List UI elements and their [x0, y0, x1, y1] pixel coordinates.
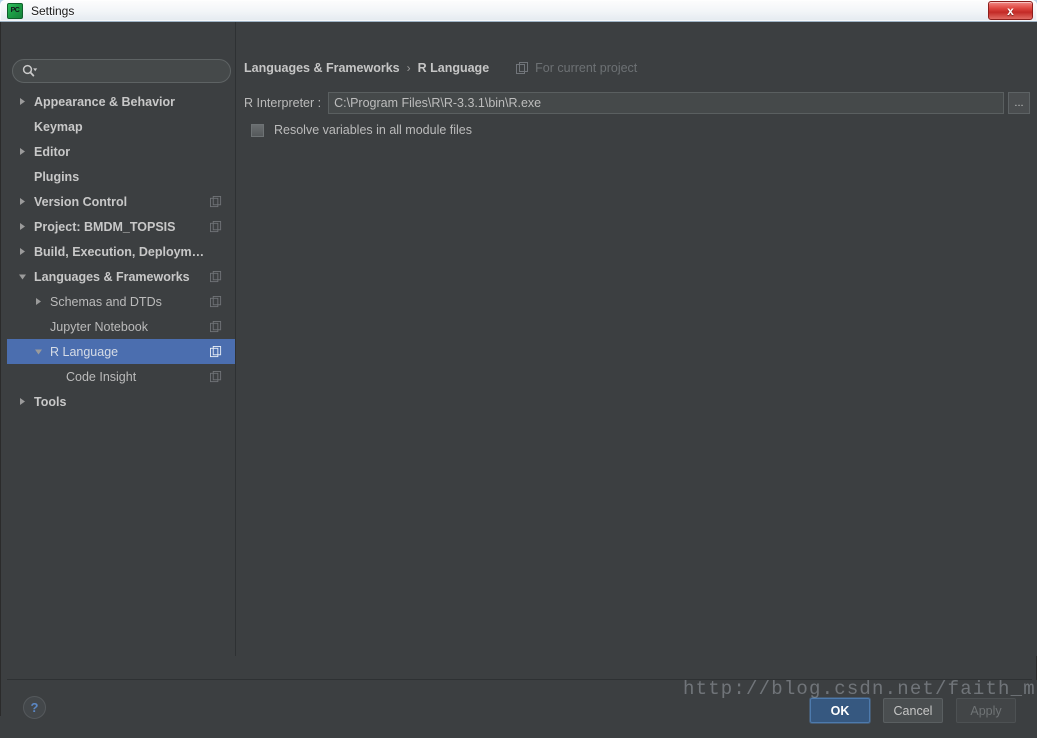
dialog-footer: ? OK Cancel Apply	[1, 680, 1037, 738]
chevron-right-icon[interactable]	[15, 247, 29, 256]
search-icon	[22, 64, 38, 78]
chevron-right-icon[interactable]	[31, 297, 45, 306]
module-icon	[210, 221, 226, 233]
sidebar-item-build-execution-deployment[interactable]: Build, Execution, Deployment	[7, 239, 235, 264]
breadcrumb-separator: ›	[407, 61, 411, 75]
breadcrumb-current: R Language	[418, 61, 490, 75]
sidebar-item-label: Code Insight	[66, 370, 210, 384]
chevron-down-icon[interactable]	[15, 272, 29, 281]
sidebar-item-label: Tools	[34, 395, 210, 409]
scope-note: For current project	[516, 61, 637, 75]
sidebar-item-label: Appearance & Behavior	[34, 95, 210, 109]
sidebar-item-jupyter-notebook[interactable]: Jupyter Notebook	[7, 314, 235, 339]
resolve-variables-label: Resolve variables in all module files	[274, 123, 472, 137]
sidebar-item-tools[interactable]: Tools	[7, 389, 235, 414]
window-title: Settings	[31, 4, 74, 18]
settings-dialog: Settings x Appearance & Behavior Keymap Ed…	[0, 0, 1037, 716]
sidebar-item-label: Schemas and DTDs	[50, 295, 210, 309]
sidebar-item-label: Languages & Frameworks	[34, 270, 210, 284]
sidebar-item-editor[interactable]: Editor	[7, 139, 235, 164]
sidebar-item-r-language[interactable]: R Language	[7, 339, 235, 364]
module-icon	[210, 271, 226, 283]
breadcrumb-parent[interactable]: Languages & Frameworks	[244, 61, 400, 75]
module-icon	[210, 371, 226, 383]
search-input[interactable]	[43, 64, 230, 78]
search-container	[12, 59, 231, 83]
sidebar-item-languages-frameworks[interactable]: Languages & Frameworks	[7, 264, 235, 289]
interpreter-path-input[interactable]	[328, 92, 1004, 114]
question-mark-icon: ?	[31, 700, 39, 715]
settings-sidebar: Appearance & Behavior Keymap Editor Plugins…	[7, 26, 235, 677]
close-icon: x	[1007, 4, 1014, 18]
sidebar-item-label: Plugins	[34, 170, 210, 184]
sidebar-item-appearance-behavior[interactable]: Appearance & Behavior	[7, 89, 235, 114]
chevron-down-icon[interactable]	[31, 347, 45, 356]
sidebar-item-label: R Language	[50, 345, 210, 359]
dialog-body: Appearance & Behavior Keymap Editor Plugins…	[0, 22, 1037, 716]
interpreter-row: R Interpreter : ...	[244, 92, 1030, 114]
module-icon	[210, 346, 226, 358]
browse-button[interactable]: ...	[1008, 92, 1030, 114]
sidebar-item-plugins[interactable]: Plugins	[7, 164, 235, 189]
ok-button[interactable]: OK	[810, 698, 870, 723]
resolve-variables-row[interactable]: Resolve variables in all module files	[251, 123, 472, 137]
interpreter-label: R Interpreter :	[244, 96, 321, 110]
sidebar-item-code-insight[interactable]: Code Insight	[7, 364, 235, 389]
chevron-right-icon[interactable]	[15, 147, 29, 156]
sidebar-item-label: Build, Execution, Deployment	[34, 245, 210, 259]
cancel-button[interactable]: Cancel	[883, 698, 943, 723]
breadcrumb: Languages & Frameworks › R Language For …	[244, 61, 637, 75]
close-button[interactable]: x	[988, 1, 1033, 20]
sidebar-item-label: Keymap	[34, 120, 210, 134]
search-box[interactable]	[12, 59, 231, 83]
sidebar-item-project-bmdm-topsis[interactable]: Project: BMDM_TOPSIS	[7, 214, 235, 239]
chevron-right-icon[interactable]	[15, 97, 29, 106]
module-icon	[210, 196, 226, 208]
chevron-right-icon[interactable]	[15, 397, 29, 406]
sidebar-item-label: Editor	[34, 145, 210, 159]
module-icon	[516, 62, 529, 75]
panel-divider	[235, 22, 236, 656]
settings-tree: Appearance & Behavior Keymap Editor Plugins…	[7, 89, 235, 677]
title-bar: Settings x	[0, 0, 1037, 22]
chevron-right-icon[interactable]	[15, 197, 29, 206]
apply-button: Apply	[956, 698, 1016, 723]
sidebar-item-keymap[interactable]: Keymap	[7, 114, 235, 139]
sidebar-item-version-control[interactable]: Version Control	[7, 189, 235, 214]
sidebar-item-schemas-and-dtds[interactable]: Schemas and DTDs	[7, 289, 235, 314]
sidebar-item-label: Jupyter Notebook	[50, 320, 210, 334]
pycharm-icon	[7, 3, 23, 19]
resolve-variables-checkbox[interactable]	[251, 124, 264, 137]
sidebar-item-label: Project: BMDM_TOPSIS	[34, 220, 210, 234]
sidebar-item-label: Version Control	[34, 195, 210, 209]
scope-note-text: For current project	[535, 61, 637, 75]
module-icon	[210, 296, 226, 308]
chevron-right-icon[interactable]	[15, 222, 29, 231]
settings-content-panel: Languages & Frameworks › R Language For …	[237, 22, 1037, 656]
module-icon	[210, 321, 226, 333]
